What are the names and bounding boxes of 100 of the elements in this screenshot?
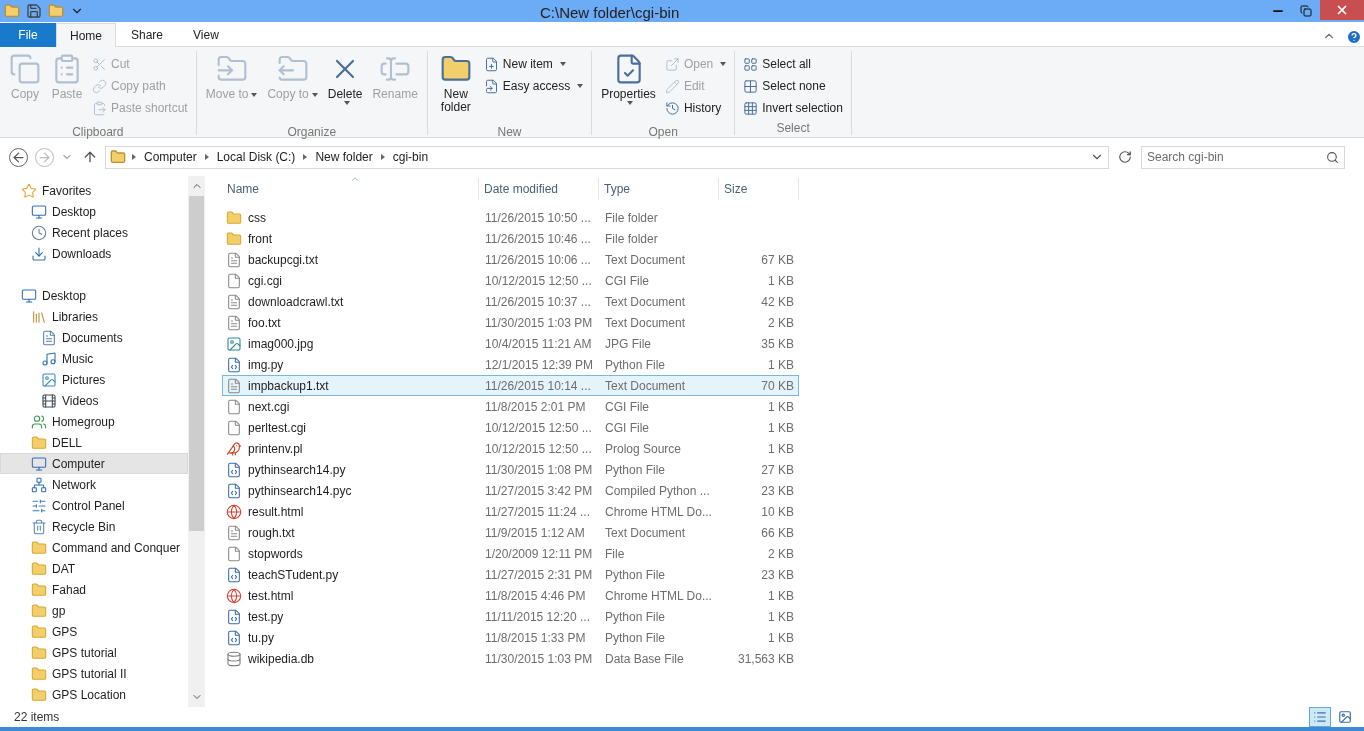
- ribbon-tab[interactable]: View: [178, 23, 234, 47]
- ribbon-button[interactable]: Easy access: [481, 75, 586, 97]
- date-cell-text: 11/11/2015 12:20 ...: [484, 608, 591, 626]
- ribbon-button[interactable]: Select all: [741, 53, 845, 75]
- grid-icon: [743, 100, 759, 116]
- ribbon-button[interactable]: Delete: [324, 51, 366, 123]
- scrollbar[interactable]: [188, 176, 205, 707]
- date-cell-text: 11/30/2015 1:03 PM: [484, 650, 594, 668]
- breadcrumb[interactable]: Local Disk (C:): [214, 148, 298, 166]
- help-icon[interactable]: [1346, 29, 1362, 45]
- type-cell-text: JPG File: [604, 335, 652, 353]
- file-row[interactable]: downloadcrawl.txt 11/26/2015 10:37 ... Text Document 42 KB: [222, 291, 799, 312]
- file-row[interactable]: result.html 11/27/2015 11:24 ... Chrome HTML Do... 10 KB: [222, 501, 799, 522]
- ribbon-button[interactable]: New item: [481, 53, 586, 75]
- ribbon-tab[interactable]: File: [0, 23, 56, 47]
- file-row[interactable]: pythinsearch14.pyc 11/27/2015 3:42 PM Compiled Python ... 23 KB: [222, 480, 799, 501]
- nav-item[interactable]: Desktop: [0, 201, 188, 222]
- file-row[interactable]: pythinsearch14.py 11/30/2015 1:08 PM Python File 27 KB: [222, 459, 799, 480]
- file-row[interactable]: css 11/26/2015 10:50 ... File folder: [222, 207, 799, 228]
- size-cell-text: 2 KB: [767, 545, 795, 563]
- nav-item[interactable]: Computer: [0, 453, 188, 474]
- file-row[interactable]: perltest.cgi 10/12/2015 12:50 ... CGI File 1 KB: [222, 417, 799, 438]
- search-field[interactable]: Search cgi-bin: [1141, 145, 1345, 169]
- file-row[interactable]: img.py 12/1/2015 12:39 PM Python File 1 KB: [222, 354, 799, 375]
- nav-item[interactable]: Pictures: [0, 369, 188, 390]
- address-bar[interactable]: Computer Local Disk (C:) New folder cgi-bin: [105, 145, 1109, 169]
- new-file-icon: [483, 56, 499, 72]
- column-header[interactable]: Size: [719, 178, 799, 200]
- caret-icon: [559, 62, 566, 66]
- nav-item[interactable]: Desktop: [0, 285, 188, 306]
- ribbon-tab[interactable]: Share: [116, 23, 179, 47]
- caret-icon: [311, 92, 318, 97]
- ribbon-button[interactable]: Select none: [741, 75, 845, 97]
- file-row[interactable]: imag000.jpg 10/4/2015 11:21 AM JPG File 35 KB: [222, 333, 799, 354]
- nav-item[interactable]: Homegroup: [0, 411, 188, 432]
- type-cell-text: Data Base File: [604, 650, 685, 668]
- nav-item[interactable]: Fahad: [0, 579, 188, 600]
- nav-item[interactable]: GPS: [0, 621, 188, 642]
- folder-icon: [226, 209, 242, 226]
- size-cell-text: 1 KB: [767, 440, 795, 458]
- file-row[interactable]: test.html 11/8/2015 4:46 PM Chrome HTML Do... 1 KB: [222, 585, 799, 606]
- group-label: Open: [648, 124, 678, 141]
- file-name: pythinsearch14.py: [248, 461, 346, 479]
- file-row[interactable]: impbackup1.txt 11/26/2015 10:14 ... Text Document 70 KB: [222, 375, 799, 396]
- nav-item[interactable]: Recent places: [0, 222, 188, 243]
- file-name: downloadcrawl.txt: [248, 293, 344, 311]
- column-header[interactable]: Type: [599, 178, 719, 200]
- file-row[interactable]: foo.txt 11/30/2015 1:03 PM Text Document 2 KB: [222, 312, 799, 333]
- python-file-icon: [226, 608, 242, 625]
- refresh-button[interactable]: [1118, 150, 1132, 164]
- file-icon: [226, 272, 242, 289]
- file-row[interactable]: rough.txt 11/9/2015 1:12 AM Text Document 66 KB: [222, 522, 799, 543]
- file-row[interactable]: test.py 11/11/2015 12:20 ... Python File 1 KB: [222, 606, 799, 627]
- file-row[interactable]: backupcgi.txt 11/26/2015 10:06 ... Text Document 67 KB: [222, 249, 799, 270]
- column-header[interactable]: Date modified: [479, 178, 599, 200]
- nav-item[interactable]: Favorites: [0, 180, 188, 201]
- file-name: printenv.pl: [248, 440, 303, 458]
- nav-item[interactable]: GPS Location: [0, 684, 188, 705]
- nav-item[interactable]: Videos: [0, 390, 188, 411]
- nav-item[interactable]: Recycle Bin: [0, 516, 188, 537]
- nav-item[interactable]: Command and Conquer: [0, 537, 188, 558]
- file-name: impbackup1.txt: [248, 377, 329, 395]
- file-row[interactable]: teachSTudent.py 11/27/2015 2:31 PM Python File 23 KB: [222, 564, 799, 585]
- folder-icon: [31, 644, 47, 661]
- search-input[interactable]: Search cgi-bin: [1147, 148, 1326, 166]
- close-button[interactable]: [1320, 0, 1364, 20]
- file-name: backupcgi.txt: [248, 251, 319, 269]
- file-row[interactable]: wikipedia.db 11/30/2015 1:03 PM Data Base File 31,563 KB: [222, 648, 799, 669]
- file-row[interactable]: printenv.pl 10/12/2015 12:50 ... Prolog Source 1 KB: [222, 438, 799, 459]
- nav-item[interactable]: GPS tutorial: [0, 642, 188, 663]
- nav-item[interactable]: Libraries: [0, 306, 188, 327]
- details-view-button[interactable]: [1309, 707, 1331, 727]
- nav-item[interactable]: Music: [0, 348, 188, 369]
- column-header[interactable]: Name: [222, 178, 479, 200]
- breadcrumb[interactable]: cgi-bin: [390, 148, 431, 166]
- file-row[interactable]: next.cgi 11/8/2015 2:01 PM CGI File 1 KB: [222, 396, 799, 417]
- ribbon-button[interactable]: History: [662, 97, 729, 119]
- nav-item[interactable]: Downloads: [0, 243, 188, 264]
- date-cell-text: 11/26/2015 10:14 ...: [484, 377, 592, 395]
- ribbon-button[interactable]: Properties: [598, 51, 659, 123]
- scroll-thumb[interactable]: [189, 196, 204, 531]
- size-cell-text: 70 KB: [760, 377, 795, 395]
- file-row[interactable]: tu.py 11/8/2015 1:33 PM Python File 1 KB: [222, 627, 799, 648]
- nav-item[interactable]: Network: [0, 474, 188, 495]
- breadcrumb[interactable]: New folder: [313, 148, 375, 166]
- file-link-icon: [483, 78, 499, 94]
- nav-item[interactable]: DELL: [0, 432, 188, 453]
- file-row[interactable]: front 11/26/2015 10:46 ... File folder: [222, 228, 799, 249]
- file-row[interactable]: cgi.cgi 10/12/2015 12:50 ... CGI File 1 KB: [222, 270, 799, 291]
- nav-item[interactable]: Documents: [0, 327, 188, 348]
- breadcrumb[interactable]: Computer: [142, 148, 199, 166]
- nav-item[interactable]: DAT: [0, 558, 188, 579]
- nav-item[interactable]: Control Panel: [0, 495, 188, 516]
- file-row[interactable]: stopwords 1/20/2009 12:11 PM File 2 KB: [222, 543, 799, 564]
- ribbon-tab[interactable]: Home: [56, 23, 116, 47]
- nav-item[interactable]: gp: [0, 600, 188, 621]
- up-button[interactable]: [82, 149, 98, 165]
- ribbon-button[interactable]: New folder: [433, 51, 478, 123]
- nav-item[interactable]: GPS tutorial II: [0, 663, 188, 684]
- ribbon-button[interactable]: Invert selection: [741, 97, 845, 119]
